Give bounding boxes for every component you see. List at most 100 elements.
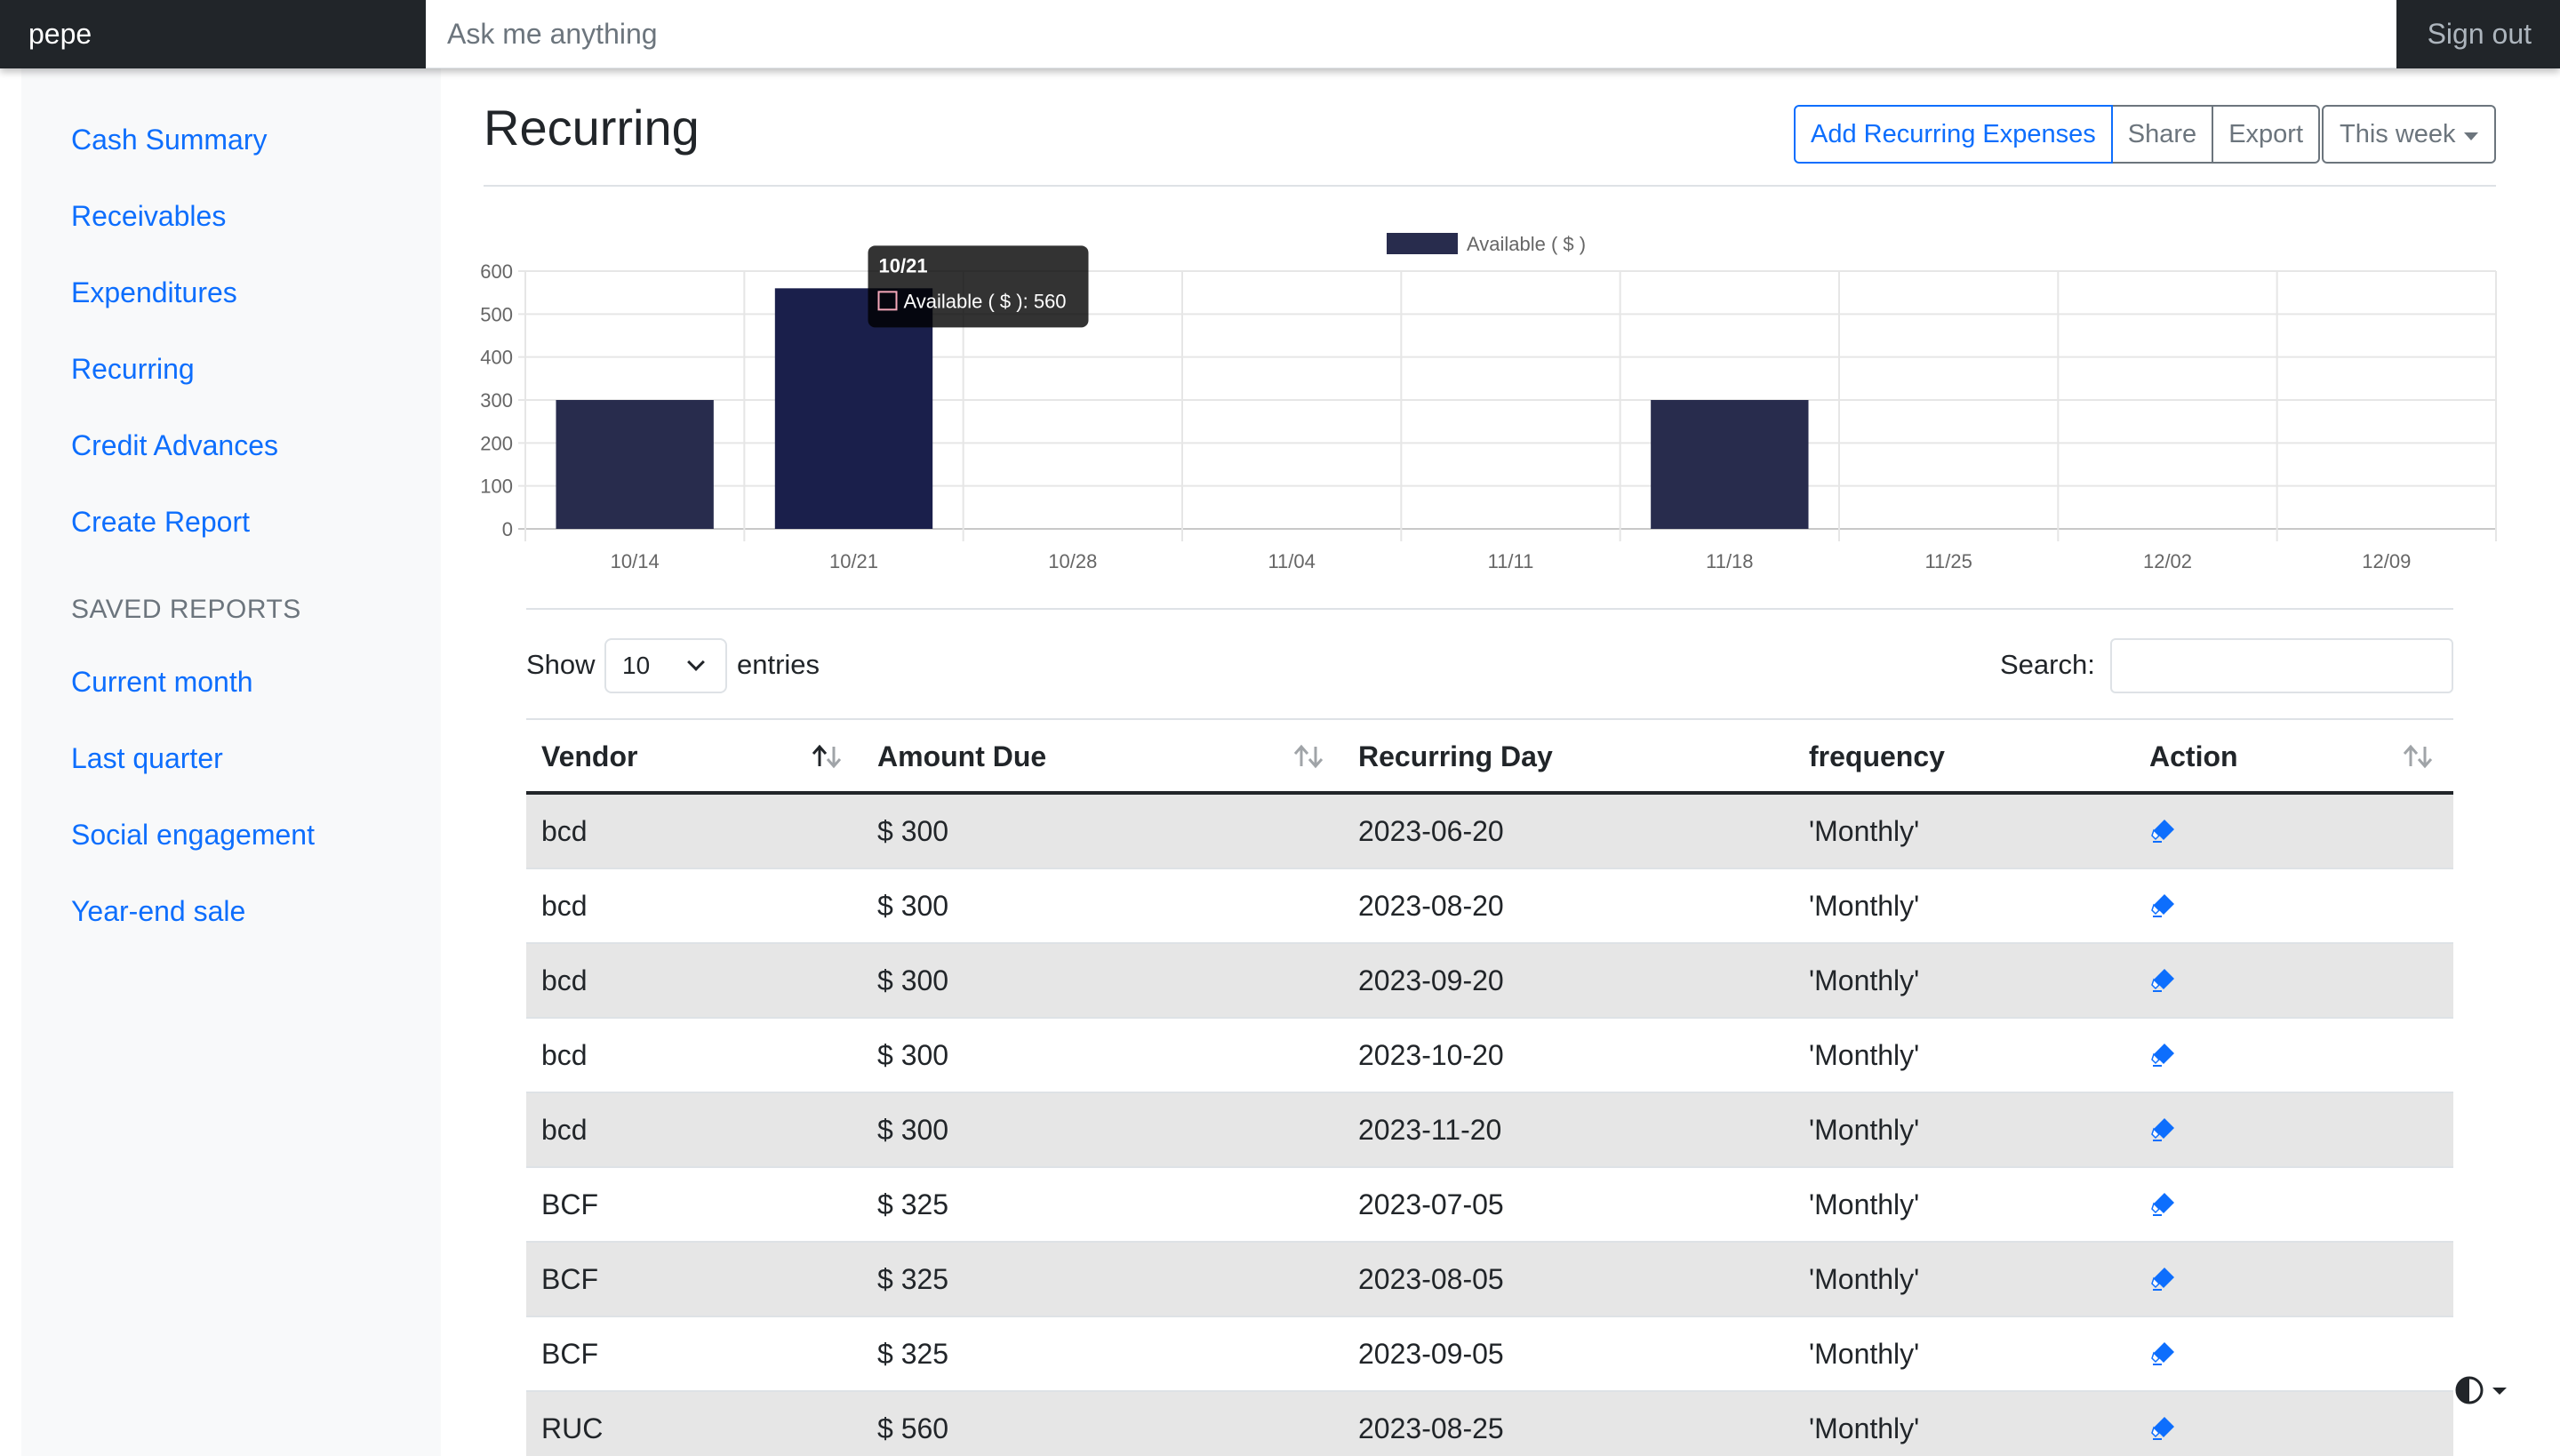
cell-amount-due: $ 300 (877, 1039, 949, 1071)
table-search-input[interactable] (2110, 638, 2453, 693)
column-header-recurring-day[interactable]: Recurring Day (1358, 720, 1553, 793)
sort-icon[interactable] (2402, 743, 2434, 770)
date-range-label: This week (2340, 120, 2456, 148)
cell-frequency: 'Monthly' (1809, 1412, 1920, 1444)
y-tick-label: 500 (480, 303, 513, 325)
cell-vendor: bcd (541, 1039, 588, 1071)
sign-out-link[interactable]: Sign out (2428, 0, 2532, 68)
sort-icon[interactable] (1292, 743, 1324, 770)
cell-recurring-day: 2023-08-20 (1358, 890, 1504, 922)
bar (556, 400, 714, 529)
cell-amount-due: $ 325 (877, 1263, 949, 1295)
cell-recurring-day: 2023-09-20 (1358, 964, 1504, 996)
ask-search-input[interactable] (426, 0, 2396, 68)
entries-label: entries (737, 649, 820, 680)
cell-recurring-day: 2023-11-20 (1358, 1114, 1502, 1146)
cell-vendor: bcd (541, 815, 588, 847)
export-button[interactable]: Export (2212, 105, 2321, 164)
cell-amount-due: $ 300 (877, 1114, 949, 1146)
y-tick-label: 300 (480, 389, 513, 412)
page-title: Recurring (484, 100, 700, 156)
cell-vendor: bcd (541, 1114, 588, 1146)
share-button[interactable]: Share (2110, 105, 2214, 164)
x-tick-label: 11/04 (1268, 550, 1315, 572)
eraser-icon[interactable] (2149, 1115, 2178, 1143)
column-header-amount-due[interactable]: Amount Due (877, 720, 1046, 793)
sidebar-item-recurring[interactable]: Recurring (71, 344, 195, 394)
saved-reports-heading: Saved reports (71, 595, 301, 624)
cell-recurring-day: 2023-08-05 (1358, 1263, 1504, 1295)
table-row: bcd $ 300 2023-11-20 'Monthly' (526, 1093, 2453, 1168)
x-tick-label: 11/11 (1488, 550, 1534, 572)
x-tick-label: 11/18 (1706, 550, 1753, 572)
eraser-icon[interactable] (2149, 1413, 2178, 1442)
eraser-icon[interactable] (2149, 1040, 2178, 1068)
sidebar-item-create-report[interactable]: Create Report (71, 497, 250, 547)
x-tick-label: 10/28 (1048, 550, 1097, 572)
cell-vendor: BCF (541, 1263, 598, 1295)
table-row: bcd $ 300 2023-10-20 'Monthly' (526, 1019, 2453, 1093)
eraser-icon[interactable] (2149, 1264, 2178, 1292)
column-header-frequency[interactable]: frequency (1809, 720, 1945, 793)
add-recurring-expenses-button[interactable]: Add Recurring Expenses (1794, 105, 2113, 164)
theme-toggle-icon[interactable] (2453, 1374, 2512, 1406)
sidebar-item-expenditures[interactable]: Expenditures (71, 268, 237, 317)
x-tick-label: 12/02 (2143, 550, 2192, 572)
sidebar: Cash Summary Receivables Expenditures Re… (21, 68, 441, 1456)
sidebar-item-cash-summary[interactable]: Cash Summary (71, 115, 268, 164)
table-row: BCF $ 325 2023-08-05 'Monthly' (526, 1243, 2453, 1317)
column-header-vendor[interactable]: Vendor (541, 720, 637, 793)
sidebar-item-receivables[interactable]: Receivables (71, 191, 226, 241)
cell-frequency: 'Monthly' (1809, 1338, 1920, 1370)
cell-frequency: 'Monthly' (1809, 1263, 1920, 1295)
cell-frequency: 'Monthly' (1809, 1039, 1920, 1071)
entries-length-value: 10 (622, 652, 651, 679)
cell-vendor: bcd (541, 964, 588, 996)
eraser-icon[interactable] (2149, 1339, 2178, 1367)
x-tick-label: 10/21 (829, 550, 878, 572)
cell-frequency: 'Monthly' (1809, 1188, 1920, 1220)
saved-report-social-engagement[interactable]: Social engagement (71, 810, 315, 860)
legend-swatch (1387, 233, 1458, 254)
column-header-action[interactable]: Action (2149, 720, 2238, 793)
tooltip-value: Available ( $ ): 560 (904, 290, 1067, 312)
cell-recurring-day: 2023-09-05 (1358, 1338, 1504, 1370)
saved-report-current-month[interactable]: Current month (71, 657, 253, 707)
top-navbar: pepe Sign out (0, 0, 2560, 68)
eraser-icon[interactable] (2149, 965, 2178, 994)
x-tick-label: 12/09 (2362, 550, 2411, 572)
chart-divider (526, 608, 2453, 610)
entries-length-select[interactable]: 10 (604, 638, 727, 693)
cell-frequency: 'Monthly' (1809, 964, 1920, 996)
y-tick-label: 400 (480, 347, 513, 369)
sort-ascending-icon[interactable] (811, 743, 843, 770)
chevron-down-icon (687, 653, 705, 671)
title-divider (484, 185, 2496, 187)
eraser-icon[interactable] (2149, 816, 2178, 844)
table-search-label: Search: (2000, 649, 2095, 680)
tooltip-title: 10/21 (879, 254, 928, 276)
brand[interactable]: pepe (28, 0, 92, 68)
cell-recurring-day: 2023-08-25 (1358, 1412, 1504, 1444)
cell-amount-due: $ 325 (877, 1188, 949, 1220)
saved-report-last-quarter[interactable]: Last quarter (71, 733, 223, 783)
toolbar-button-group: Add Recurring Expenses Share Export (1794, 105, 2321, 164)
cell-recurring-day: 2023-06-20 (1358, 815, 1504, 847)
cell-vendor: RUC (541, 1412, 604, 1444)
eraser-icon[interactable] (2149, 1189, 2178, 1218)
saved-report-year-end-sale[interactable]: Year-end sale (71, 886, 245, 936)
show-label: Show (526, 649, 596, 680)
cell-vendor: BCF (541, 1338, 598, 1370)
table-row: BCF $ 325 2023-09-05 'Monthly' (526, 1317, 2453, 1392)
cell-recurring-day: 2023-07-05 (1358, 1188, 1504, 1220)
eraser-icon[interactable] (2149, 891, 2178, 919)
cell-amount-due: $ 300 (877, 890, 949, 922)
cell-amount-due: $ 300 (877, 964, 949, 996)
cell-frequency: 'Monthly' (1809, 890, 1920, 922)
date-range-dropdown[interactable]: This week (2322, 105, 2496, 164)
cell-amount-due: $ 300 (877, 815, 949, 847)
cell-amount-due: $ 325 (877, 1338, 949, 1370)
sidebar-item-credit-advances[interactable]: Credit Advances (71, 420, 278, 470)
y-tick-label: 200 (480, 432, 513, 454)
available-bar-chart: 0 100 200 300 400 500 600 10/14 10/21 10/28 11/04 1… (480, 233, 2497, 572)
